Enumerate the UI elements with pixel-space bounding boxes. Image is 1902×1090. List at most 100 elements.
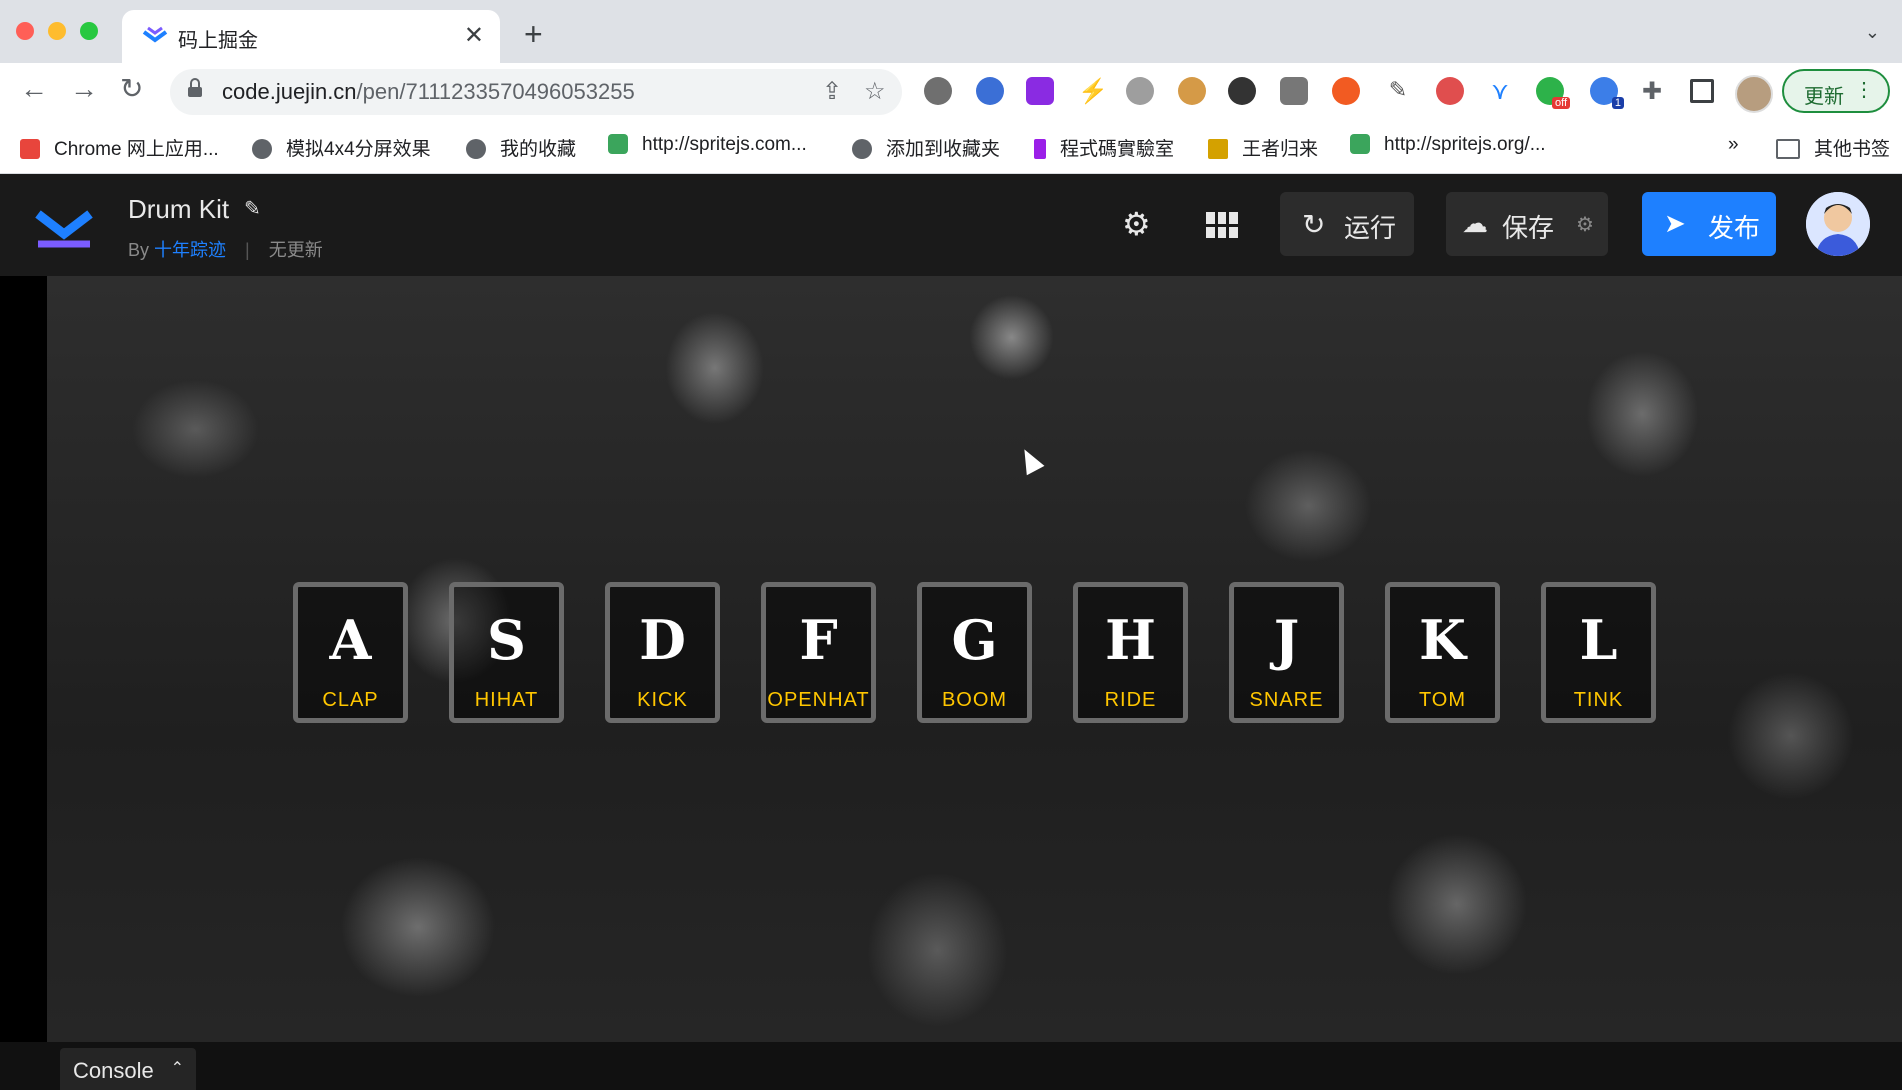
key-sound: CLAP xyxy=(322,689,379,711)
codelab-icon xyxy=(1034,139,1046,159)
bookmark-item[interactable]: 王者归来 xyxy=(1208,134,1318,161)
more-bookmarks-button[interactable]: » xyxy=(1728,134,1739,156)
forward-button[interactable]: → xyxy=(70,75,98,103)
update-label: 更新 xyxy=(1804,86,1844,108)
spritejs-icon xyxy=(1350,134,1370,154)
bookmark-item[interactable]: http://spritejs.org/... xyxy=(1350,134,1546,156)
extension-blue-icon[interactable] xyxy=(976,77,1004,105)
share-icon[interactable]: ⇪ xyxy=(822,77,842,106)
key-letter: J xyxy=(1273,608,1300,672)
close-window-button[interactable] xyxy=(16,22,34,40)
bookmark-item[interactable]: http://spritejs.com... xyxy=(608,134,807,156)
edit-pencil-icon[interactable]: ✎ xyxy=(244,196,261,221)
drum-key-s[interactable]: S HIHAT xyxy=(449,582,564,723)
address-bar[interactable]: code.juejin.cn/pen/7111233570496053255 ⇪… xyxy=(170,69,902,115)
bookmark-item[interactable]: Chrome 网上应用... xyxy=(20,134,219,161)
eyedropper-extension-icon[interactable]: ✎ xyxy=(1384,77,1412,105)
profile-avatar[interactable] xyxy=(1735,75,1773,113)
lightning-extension-icon[interactable]: ⚡ xyxy=(1078,77,1108,105)
translate-extension-icon[interactable]: 1 xyxy=(1590,77,1624,109)
shield-extension-icon[interactable] xyxy=(1280,77,1308,105)
url-text[interactable]: code.juejin.cn/pen/7111233570496053255 xyxy=(222,79,635,105)
key-sound: TOM xyxy=(1418,689,1467,711)
kebab-menu-icon[interactable]: ⋮ xyxy=(1854,77,1874,102)
adblock-extension-icon[interactable] xyxy=(1126,77,1154,105)
drum-key-l[interactable]: L TINK xyxy=(1541,582,1656,723)
side-panel-icon[interactable] xyxy=(1690,79,1714,103)
browser-tab-active[interactable]: 码上掘金 ✕ xyxy=(122,10,500,63)
maximize-window-button[interactable] xyxy=(80,22,98,40)
colorful-extension-icon[interactable] xyxy=(1228,77,1256,105)
update-button[interactable]: 更新 ⋮ xyxy=(1782,69,1890,113)
project-title[interactable]: Drum Kit xyxy=(128,194,229,225)
folder-icon xyxy=(1776,139,1800,159)
tab-close-icon[interactable]: ✕ xyxy=(464,21,484,50)
juejin-favicon-icon xyxy=(142,26,168,43)
cloud-upload-icon: ☁ xyxy=(1462,208,1488,238)
user-avatar[interactable] xyxy=(1806,192,1870,256)
browser-toolbar: ← → ↻ code.juejin.cn/pen/711123357049605… xyxy=(0,63,1902,123)
key-letter: G xyxy=(951,608,998,672)
console-label: Console xyxy=(73,1058,154,1083)
spritejs-icon xyxy=(608,134,628,154)
chrome-store-icon xyxy=(20,139,40,159)
bookmark-star-icon[interactable]: ☆ xyxy=(864,77,886,106)
orange-extension-icon[interactable] xyxy=(1332,77,1360,105)
key-sound: HIHAT xyxy=(474,689,539,711)
reload-button[interactable]: ↻ xyxy=(120,75,143,103)
bookmark-item[interactable]: 程式碼實驗室 xyxy=(1034,134,1174,161)
minimize-window-button[interactable] xyxy=(48,22,66,40)
new-tab-button[interactable]: + xyxy=(524,18,543,50)
console-bar: Console ⌃ xyxy=(0,1042,1902,1090)
update-status: 无更新 xyxy=(268,240,323,260)
drum-key-k[interactable]: K TOM xyxy=(1385,582,1500,723)
key-sound: OPENHAT xyxy=(767,689,870,711)
lock-icon[interactable] xyxy=(188,78,202,97)
author-link[interactable]: 十年踪迹 xyxy=(154,240,226,260)
save-button[interactable]: ☁ 保存 ⚙ xyxy=(1446,192,1608,256)
publish-button[interactable]: ➤ 发布 xyxy=(1642,192,1776,256)
cookie-extension-icon[interactable] xyxy=(1178,77,1206,105)
drum-key-h[interactable]: H RIDE xyxy=(1073,582,1188,723)
run-label: 运行 xyxy=(1344,213,1397,243)
layout-grid-icon[interactable] xyxy=(1206,212,1238,238)
bookmark-item[interactable]: 我的收藏 xyxy=(466,134,576,161)
chevron-up-icon: ⌃ xyxy=(170,1060,184,1077)
run-button[interactable]: ↻ 运行 xyxy=(1280,192,1414,256)
extension-rp-icon[interactable] xyxy=(1026,77,1054,105)
drum-key-g[interactable]: G BOOM xyxy=(917,582,1032,723)
refresh-icon: ↻ xyxy=(1302,209,1326,240)
juejin-logo-icon[interactable] xyxy=(34,200,94,250)
editor-left-strip xyxy=(0,276,47,1042)
juejin-extension-icon[interactable]: ⋎ xyxy=(1486,77,1514,105)
drum-key-d[interactable]: D KICK xyxy=(605,582,720,723)
key-letter: K xyxy=(1419,608,1466,672)
settings-gear-icon[interactable]: ⚙ xyxy=(1122,208,1151,240)
drum-key-a[interactable]: A CLAP xyxy=(293,582,408,723)
globe-icon xyxy=(852,139,872,159)
extensions-puzzle-icon[interactable]: ✚ xyxy=(1638,77,1666,105)
extension-circle-icon[interactable] xyxy=(924,77,952,105)
tab-search-chevron-icon[interactable]: ⌄ xyxy=(1865,22,1880,43)
bookmark-item[interactable]: 添加到收藏夹 xyxy=(852,134,1000,161)
key-sound: SNARE xyxy=(1249,689,1324,711)
publish-label: 发布 xyxy=(1708,213,1761,243)
globe-icon xyxy=(252,139,272,159)
preview-pane: A CLAP S HIHAT D KICK F OPENHAT G BOOM H… xyxy=(47,276,1902,1042)
bookmark-item[interactable]: 模拟4x4分屏效果 xyxy=(252,134,431,161)
count-badge: 1 xyxy=(1611,97,1624,109)
back-button[interactable]: ← xyxy=(20,75,48,103)
red-extension-icon[interactable] xyxy=(1436,77,1464,105)
crown-icon xyxy=(1208,139,1228,159)
paper-plane-icon: ➤ xyxy=(1664,208,1686,238)
key-sound: BOOM xyxy=(941,689,1008,711)
console-toggle-button[interactable]: Console ⌃ xyxy=(60,1048,196,1090)
drum-key-f[interactable]: F OPENHAT xyxy=(761,582,876,723)
drum-key-j[interactable]: J SNARE xyxy=(1229,582,1344,723)
grammarly-extension-icon[interactable]: off xyxy=(1536,77,1570,109)
key-sound: KICK xyxy=(637,689,688,711)
bookmarks-bar: Chrome 网上应用... 模拟4x4分屏效果 我的收藏 http://spr… xyxy=(0,123,1902,174)
key-letter: F xyxy=(799,608,838,672)
save-settings-gear-icon[interactable]: ⚙ xyxy=(1576,212,1594,237)
other-bookmarks-folder[interactable]: 其他书签 xyxy=(1776,134,1890,161)
